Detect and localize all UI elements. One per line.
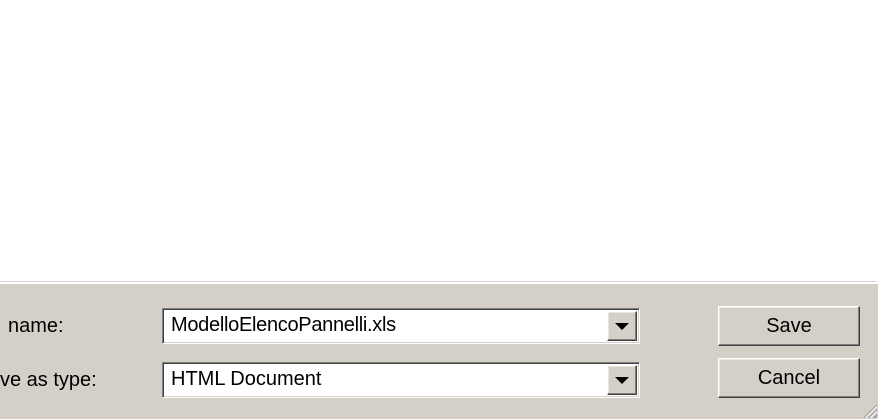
- resize-grip-icon[interactable]: [858, 399, 878, 419]
- save-as-type-combobox[interactable]: HTML Document: [162, 362, 640, 398]
- file-list-area[interactable]: [0, 0, 878, 284]
- save-as-type-value[interactable]: HTML Document: [171, 368, 321, 391]
- save-button[interactable]: Save: [718, 306, 860, 346]
- chevron-down-icon: [615, 377, 629, 384]
- file-name-dropdown-button[interactable]: [607, 311, 637, 341]
- chevron-down-icon: [615, 323, 629, 330]
- file-name-label: name:: [8, 315, 64, 337]
- file-name-combobox[interactable]: ModelloElencoPannelli.xls: [162, 308, 640, 344]
- cancel-button[interactable]: Cancel: [718, 358, 860, 398]
- save-as-type-dropdown-button[interactable]: [607, 365, 637, 395]
- save-as-type-label: ve as type:: [0, 369, 97, 391]
- file-name-value[interactable]: ModelloElencoPannelli.xls: [171, 314, 396, 337]
